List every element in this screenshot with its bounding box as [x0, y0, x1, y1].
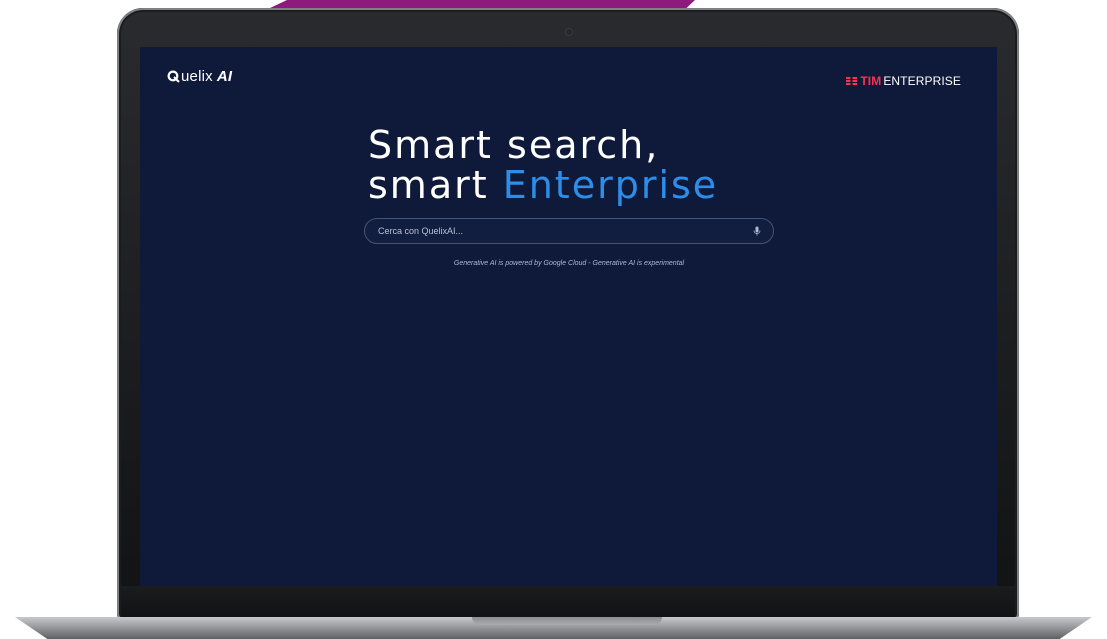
quelix-logo-icon	[167, 70, 180, 83]
hero-line-2-prefix: smart	[368, 163, 503, 207]
brand-enterprise-text: ENTERPRISE	[883, 74, 961, 88]
brand-tim-text: TIM	[860, 74, 882, 88]
laptop-mockup: uelix AI TIM ENTERPRISE Smart search, sm…	[0, 0, 1107, 639]
microphone-icon[interactable]	[751, 225, 763, 237]
hero-line-2-accent: Enterprise	[502, 163, 719, 207]
tim-logo-icon	[846, 76, 858, 86]
decorative-ribbon	[270, 0, 695, 8]
webcam	[566, 29, 572, 35]
hero-line-2: smart Enterprise	[368, 165, 718, 205]
hero-line-1: Smart search,	[368, 123, 660, 167]
tim-enterprise-logo[interactable]: TIM ENTERPRISE	[846, 74, 961, 88]
laptop-base-notch	[472, 617, 662, 625]
app-screen: uelix AI TIM ENTERPRISE Smart search, sm…	[140, 47, 997, 586]
quelix-logo[interactable]: uelix AI	[167, 68, 232, 85]
logo-ai-suffix: AI	[216, 68, 233, 85]
hero-heading: Smart search, smart Enterprise	[368, 125, 718, 205]
screen-bottom-bezel	[121, 586, 1015, 620]
logo-word: uelix	[181, 68, 213, 85]
search-bar[interactable]	[364, 218, 774, 244]
ai-disclaimer: Generative AI is powered by Google Cloud…	[453, 260, 685, 267]
search-input[interactable]	[365, 225, 751, 237]
